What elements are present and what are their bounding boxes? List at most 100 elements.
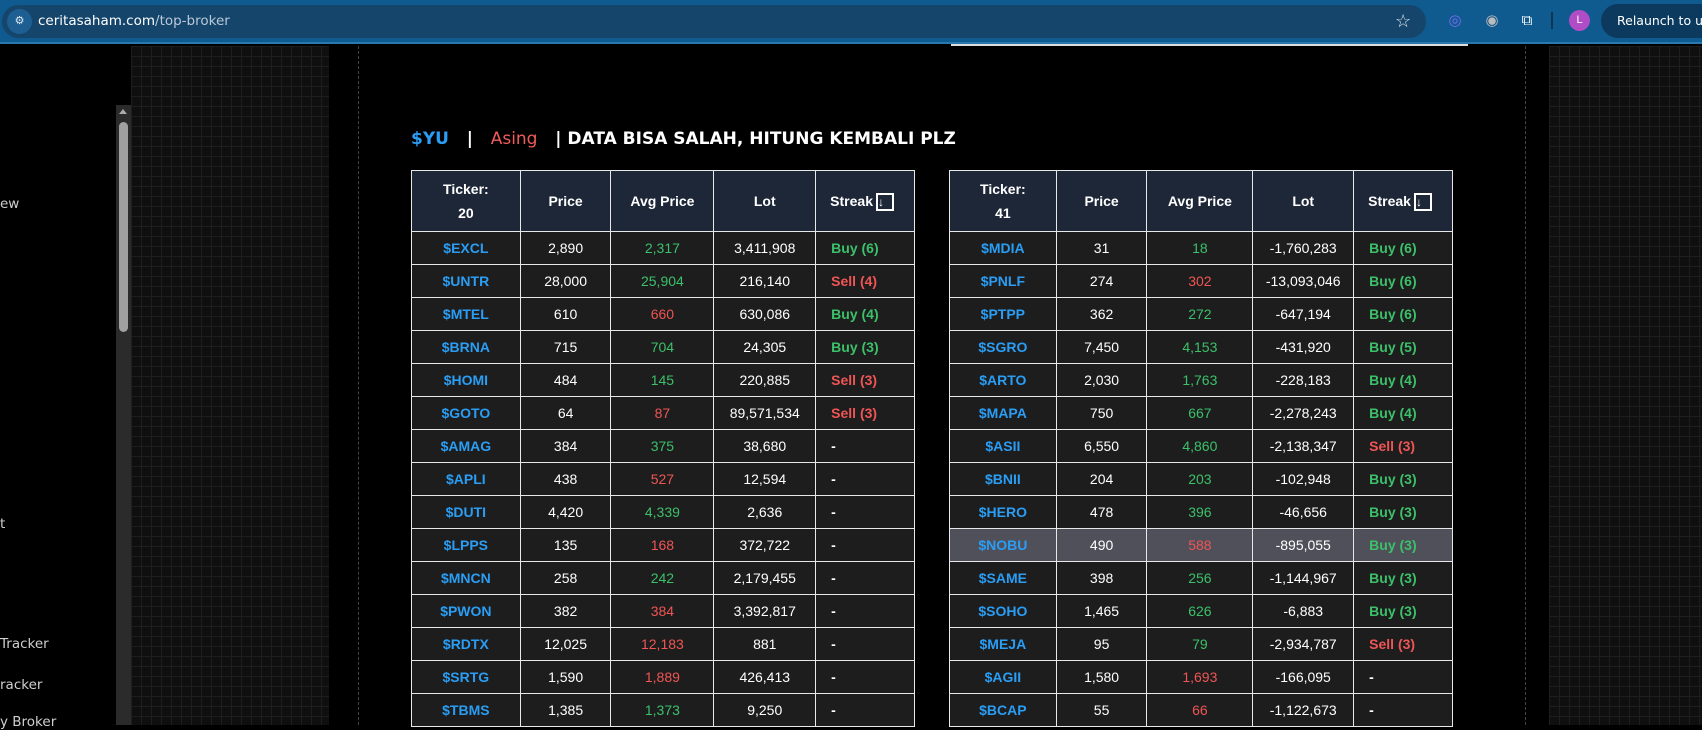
ticker-cell[interactable]: $SRTG (411, 660, 521, 694)
ticker-cell[interactable]: $AMAG (411, 429, 521, 463)
ticker-cell[interactable]: $SAME (949, 561, 1057, 595)
ticker-cell[interactable]: $MAPA (949, 396, 1057, 430)
sidebar-item[interactable]: t (0, 516, 5, 532)
sort-down-icon[interactable]: ↓ (875, 193, 894, 212)
column-header[interactable]: Price (1055, 170, 1148, 232)
grid-background-right (1549, 46, 1702, 725)
table-row[interactable]: $BNII 204 203 -102,948 Buy (3) (949, 462, 1453, 496)
column-header[interactable]: Avg Price (610, 170, 715, 232)
ticker-cell[interactable]: $MNCN (411, 561, 521, 595)
ticker-cell[interactable]: $RDTX (411, 627, 521, 661)
sidebar-item[interactable]: y Broker (0, 714, 56, 730)
lot-cell: 24,305 (713, 330, 817, 364)
divider-line (951, 44, 1468, 46)
sort-down-icon[interactable]: ↓ (1413, 193, 1432, 212)
table-row[interactable]: $PTPP 362 272 -647,194 Buy (6) (949, 297, 1453, 331)
ticker-cell[interactable]: $PNLF (949, 264, 1057, 298)
table-row[interactable]: $RDTX 12,025 12,183 881 - (411, 627, 915, 661)
ticker-cell[interactable]: $BRNA (411, 330, 521, 364)
streak-header[interactable]: Streak ↓ (1353, 170, 1453, 232)
broker-type[interactable]: Asing (491, 129, 538, 149)
column-header[interactable]: Price (519, 170, 612, 232)
scrollbar-thumb[interactable] (119, 122, 128, 332)
sidebar-scrollbar[interactable] (116, 105, 131, 725)
table-row[interactable]: $AGII 1,580 1,693 -166,095 - (949, 660, 1453, 694)
ticker-cell[interactable]: $LPPS (411, 528, 521, 562)
table-row[interactable]: $PWON 382 384 3,392,817 - (411, 594, 915, 628)
profile-avatar[interactable]: L (1569, 10, 1590, 31)
table-row[interactable]: $EXCL 2,890 2,317 3,411,908 Buy (6) (411, 231, 915, 265)
ticker-cell[interactable]: $EXCL (411, 231, 521, 265)
ticker-cell[interactable]: $MTEL (411, 297, 521, 331)
table-row[interactable]: $GOTO 64 87 89,571,534 Sell (3) (411, 396, 915, 430)
column-header[interactable]: Lot (1252, 170, 1355, 232)
table-row[interactable]: $SAME 398 256 -1,144,967 Buy (3) (949, 561, 1453, 595)
ticker-cell[interactable]: $SGRO (949, 330, 1057, 364)
table-row[interactable]: $NOBU 490 588 -895,055 Buy (3) (949, 528, 1453, 562)
ticker-cell[interactable]: $NOBU (949, 528, 1057, 562)
table-row[interactable]: $MAPA 750 667 -2,278,243 Buy (4) (949, 396, 1453, 430)
streak-header[interactable]: Streak ↓ (815, 170, 915, 232)
bookmark-star-icon[interactable]: ☆ (1395, 11, 1411, 32)
table-row[interactable]: $HERO 478 396 -46,656 Buy (3) (949, 495, 1453, 529)
table-row[interactable]: $TBMS 1,385 1,373 9,250 - (411, 693, 915, 727)
price-cell: 382 (519, 594, 612, 628)
site-settings-icon[interactable]: ⚙ (7, 9, 32, 34)
table-row[interactable]: $MNCN 258 242 2,179,455 - (411, 561, 915, 595)
table-row[interactable]: $ARTO 2,030 1,763 -228,183 Buy (4) (949, 363, 1453, 397)
ticker-cell[interactable]: $SOHO (949, 594, 1057, 628)
table-row[interactable]: $SGRO 7,450 4,153 -431,920 Buy (5) (949, 330, 1453, 364)
ticker-cell[interactable]: $MDIA (949, 231, 1057, 265)
table-row[interactable]: $SRTG 1,590 1,889 426,413 - (411, 660, 915, 694)
ticker-cell[interactable]: $MEJA (949, 627, 1057, 661)
sidebar-item[interactable]: Tracker (0, 636, 49, 652)
camera-icon[interactable]: ◉ (1481, 10, 1503, 32)
ticker-cell[interactable]: $GOTO (411, 396, 521, 430)
table-row[interactable]: $DUTI 4,420 4,339 2,636 - (411, 495, 915, 529)
extension-check-icon[interactable]: ◎ (1444, 10, 1466, 32)
ticker-cell[interactable]: $ASII (949, 429, 1057, 463)
streak-cell: Buy (6) (815, 231, 915, 265)
sidebar-item[interactable]: ew (0, 196, 19, 212)
scroll-up-arrow-icon[interactable] (119, 109, 127, 114)
address-bar[interactable]: ⚙ ceritasaham.com/top-broker ☆ (2, 5, 1426, 38)
table-row[interactable]: $HOMI 484 145 220,885 Sell (3) (411, 363, 915, 397)
broker-code[interactable]: $YU (411, 129, 449, 149)
column-header[interactable]: Lot (713, 170, 817, 232)
ticker-cell[interactable]: $HOMI (411, 363, 521, 397)
table-row[interactable]: $APLI 438 527 12,594 - (411, 462, 915, 496)
extensions-puzzle-icon[interactable]: ⧉ (1516, 10, 1538, 32)
column-header[interactable]: Avg Price (1146, 170, 1254, 232)
ticker-cell[interactable]: $BCAP (949, 693, 1057, 727)
avg-price-cell: 79 (1146, 627, 1254, 661)
ticker-header[interactable]: Ticker: 41 (949, 170, 1057, 232)
ticker-cell[interactable]: $BNII (949, 462, 1057, 496)
ticker-cell[interactable]: $DUTI (411, 495, 521, 529)
table-row[interactable]: $AMAG 384 375 38,680 - (411, 429, 915, 463)
table-row[interactable]: $BRNA 715 704 24,305 Buy (3) (411, 330, 915, 364)
ticker-header[interactable]: Ticker: 20 (411, 170, 521, 232)
ticker-cell[interactable]: $HERO (949, 495, 1057, 529)
ticker-cell[interactable]: $APLI (411, 462, 521, 496)
table-row[interactable]: $UNTR 28,000 25,904 216,140 Sell (4) (411, 264, 915, 298)
table-row[interactable]: $ASII 6,550 4,860 -2,138,347 Sell (3) (949, 429, 1453, 463)
ticker-cell[interactable]: $UNTR (411, 264, 521, 298)
table-row[interactable]: $MEJA 95 79 -2,934,787 Sell (3) (949, 627, 1453, 661)
table-row[interactable]: $MTEL 610 660 630,086 Buy (4) (411, 297, 915, 331)
ticker-cell[interactable]: $PTPP (949, 297, 1057, 331)
table-row[interactable]: $SOHO 1,465 626 -6,883 Buy (3) (949, 594, 1453, 628)
column-label: Streak (830, 193, 873, 209)
url-text[interactable]: ceritasaham.com/top-broker (38, 13, 230, 29)
avg-price-cell: 4,153 (1146, 330, 1254, 364)
ticker-cell[interactable]: $ARTO (949, 363, 1057, 397)
table-row[interactable]: $LPPS 135 168 372,722 - (411, 528, 915, 562)
ticker-cell[interactable]: $TBMS (411, 693, 521, 727)
table-row[interactable]: $BCAP 55 66 -1,122,673 - (949, 693, 1453, 727)
table-row[interactable]: $MDIA 31 18 -1,760,283 Buy (6) (949, 231, 1453, 265)
table-row[interactable]: $PNLF 274 302 -13,093,046 Buy (6) (949, 264, 1453, 298)
ticker-cell[interactable]: $PWON (411, 594, 521, 628)
relaunch-button[interactable]: Relaunch to up (1601, 4, 1702, 38)
content-border-right (1525, 46, 1526, 725)
ticker-cell[interactable]: $AGII (949, 660, 1057, 694)
sidebar-item[interactable]: racker (0, 677, 42, 693)
